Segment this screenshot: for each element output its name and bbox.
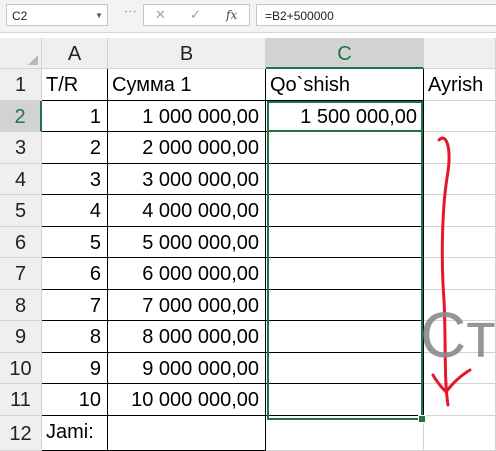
- cell-c11[interactable]: [266, 384, 424, 416]
- cell-c1[interactable]: Qo`shish: [266, 69, 424, 101]
- ghost-text-overlay: Ст: [420, 299, 496, 371]
- row-header-2[interactable]: 2: [0, 101, 42, 132]
- column-header-c[interactable]: C: [266, 38, 424, 69]
- row-header-3[interactable]: 3: [0, 132, 42, 164]
- cell-c8[interactable]: [266, 290, 424, 321]
- cell-b8[interactable]: 7 000 000,00: [108, 290, 266, 321]
- cell-a8[interactable]: 7: [42, 290, 108, 321]
- cell-b5[interactable]: 4 000 000,00: [108, 195, 266, 227]
- cell-d3[interactable]: [424, 132, 496, 164]
- formula-text: =B2+500000: [265, 9, 334, 23]
- cell-d5[interactable]: [424, 195, 496, 227]
- cell-d6[interactable]: [424, 227, 496, 258]
- cell-a4[interactable]: 3: [42, 164, 108, 195]
- cell-a3[interactable]: 2: [42, 132, 108, 164]
- cell-a1[interactable]: T/R: [42, 69, 108, 101]
- row-header-10[interactable]: 10: [0, 353, 42, 384]
- row-header-9[interactable]: 9: [0, 321, 42, 353]
- cell-b7[interactable]: 6 000 000,00: [108, 258, 266, 290]
- cell-b10[interactable]: 9 000 000,00: [108, 353, 266, 384]
- row-header-4[interactable]: 4: [0, 164, 42, 195]
- resize-handle-icon[interactable]: ⋮: [123, 5, 138, 17]
- cell-c7[interactable]: [266, 258, 424, 290]
- formula-buttons: ✕ ✓ fx: [143, 4, 250, 26]
- cell-b11[interactable]: 10 000 000,00: [108, 384, 266, 416]
- cell-b3[interactable]: 2 000 000,00: [108, 132, 266, 164]
- cell-d1[interactable]: Ayrish: [424, 69, 496, 101]
- cell-c10[interactable]: [266, 353, 424, 384]
- cell-d7[interactable]: [424, 258, 496, 290]
- fill-handle[interactable]: [418, 415, 426, 423]
- insert-function-icon[interactable]: fx: [226, 8, 237, 22]
- column-header-a[interactable]: A: [42, 38, 108, 69]
- row-header-11[interactable]: 11: [0, 384, 42, 416]
- name-box-value: C2: [12, 9, 28, 23]
- cell-a7[interactable]: 6: [42, 258, 108, 290]
- cell-c9[interactable]: [266, 321, 424, 353]
- cell-a9[interactable]: 8: [42, 321, 108, 353]
- cell-a2[interactable]: 1: [42, 101, 108, 132]
- cell-a11[interactable]: 10: [42, 384, 108, 416]
- cell-c3[interactable]: [266, 132, 424, 164]
- row-header-7[interactable]: 7: [0, 258, 42, 290]
- cell-d2[interactable]: [424, 101, 496, 132]
- name-box[interactable]: C2 ▼: [6, 4, 108, 26]
- cell-b9[interactable]: 8 000 000,00: [108, 321, 266, 353]
- cell-b12[interactable]: [108, 416, 266, 451]
- row-header-8[interactable]: 8: [0, 290, 42, 321]
- formula-bar: C2 ▼ ⋮ ✕ ✓ fx =B2+500000: [0, 0, 496, 33]
- cell-c5[interactable]: [266, 195, 424, 227]
- cell-a10[interactable]: 9: [42, 353, 108, 384]
- cell-b6[interactable]: 5 000 000,00: [108, 227, 266, 258]
- cell-a5[interactable]: 4: [42, 195, 108, 227]
- enter-icon[interactable]: ✓: [190, 7, 201, 23]
- cell-d12[interactable]: [424, 416, 496, 451]
- cell-a12[interactable]: Jami:: [42, 416, 108, 451]
- select-all-corner[interactable]: [0, 38, 42, 69]
- cell-b1[interactable]: Сумма 1: [108, 69, 266, 101]
- cancel-icon[interactable]: ✕: [155, 7, 166, 23]
- cell-d11[interactable]: [424, 384, 496, 416]
- cell-d4[interactable]: [424, 164, 496, 195]
- cell-c12[interactable]: [266, 416, 424, 451]
- column-header-d[interactable]: [424, 38, 496, 69]
- cell-a6[interactable]: 5: [42, 227, 108, 258]
- cell-b2[interactable]: 1 000 000,00: [108, 101, 266, 132]
- chevron-down-icon[interactable]: ▼: [95, 11, 103, 20]
- cell-c2[interactable]: 1 500 000,00: [266, 101, 424, 132]
- column-header-b[interactable]: B: [108, 38, 266, 69]
- select-all-icon[interactable]: [28, 55, 38, 65]
- cell-c4[interactable]: [266, 164, 424, 195]
- cell-c6[interactable]: [266, 227, 424, 258]
- row-header-6[interactable]: 6: [0, 227, 42, 258]
- formula-input[interactable]: =B2+500000: [256, 4, 496, 26]
- row-header-12[interactable]: 12: [0, 416, 42, 451]
- row-header-5[interactable]: 5: [0, 195, 42, 227]
- row-header-1[interactable]: 1: [0, 69, 42, 101]
- cell-b4[interactable]: 3 000 000,00: [108, 164, 266, 195]
